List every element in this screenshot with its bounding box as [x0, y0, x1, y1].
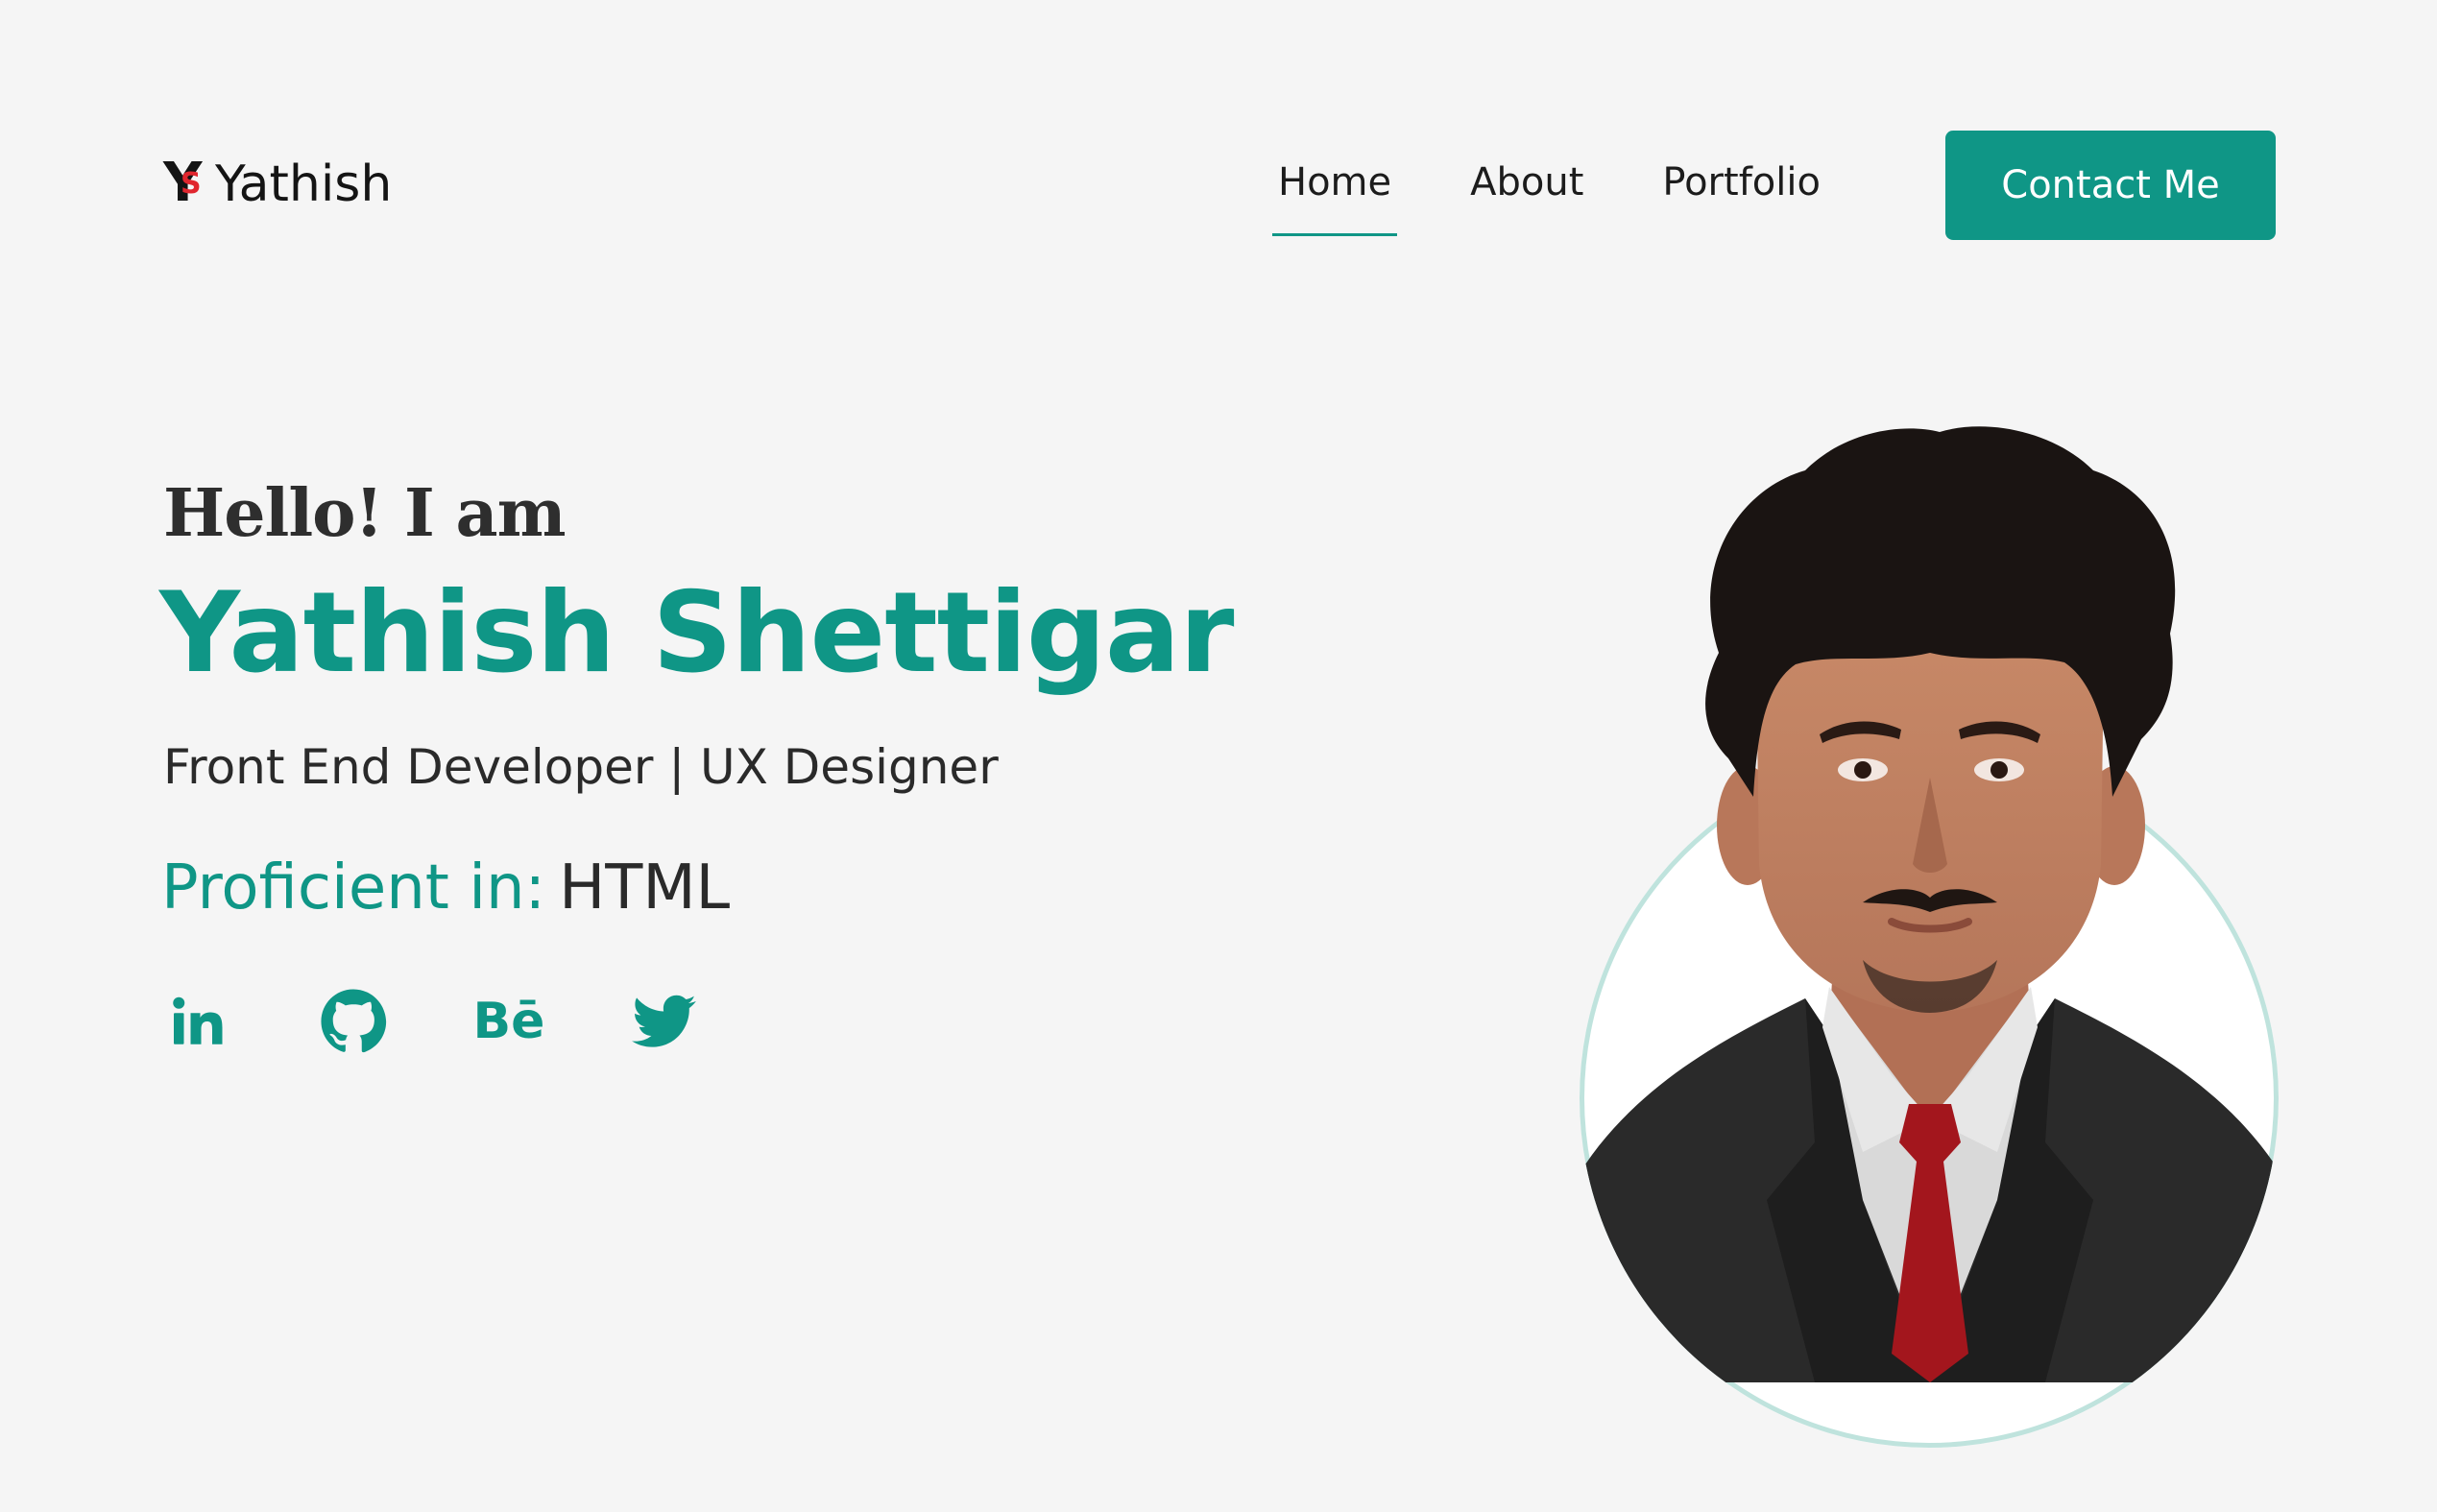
proficient-label: Proficient in:	[161, 852, 546, 924]
behance-glyph: Bē	[472, 993, 545, 1050]
nav-home-link[interactable]: Home	[1272, 154, 1398, 236]
linkedin-icon[interactable]	[161, 985, 234, 1058]
behance-icon[interactable]: Bē	[472, 985, 545, 1058]
social-links: Bē	[161, 985, 701, 1058]
nav-portfolio-link[interactable]: Portfolio	[1656, 154, 1826, 211]
logo-mark-icon: Y S	[163, 152, 203, 214]
main-nav: Home About Portfolio	[1272, 154, 1826, 236]
github-icon[interactable]	[317, 985, 390, 1058]
hero-role: Front End Developer | UX Designer	[163, 739, 999, 795]
proficient-skill: HTML	[559, 852, 731, 924]
proficient-line: Proficient in: HTML	[161, 845, 730, 931]
logo[interactable]: Y S Yathish	[163, 152, 393, 215]
contact-me-button[interactable]: Contact Me	[1945, 131, 2276, 240]
nav-about-link[interactable]: About	[1464, 154, 1589, 211]
profile-portrait-illustration	[1580, 426, 2279, 1382]
twitter-icon[interactable]	[628, 985, 701, 1058]
hero-name: Yathish Shettigar	[159, 568, 1234, 698]
logo-text: Yathish	[215, 156, 393, 213]
profile-photo	[1575, 413, 2285, 1448]
greeting-text: Hello! I am	[163, 475, 567, 552]
